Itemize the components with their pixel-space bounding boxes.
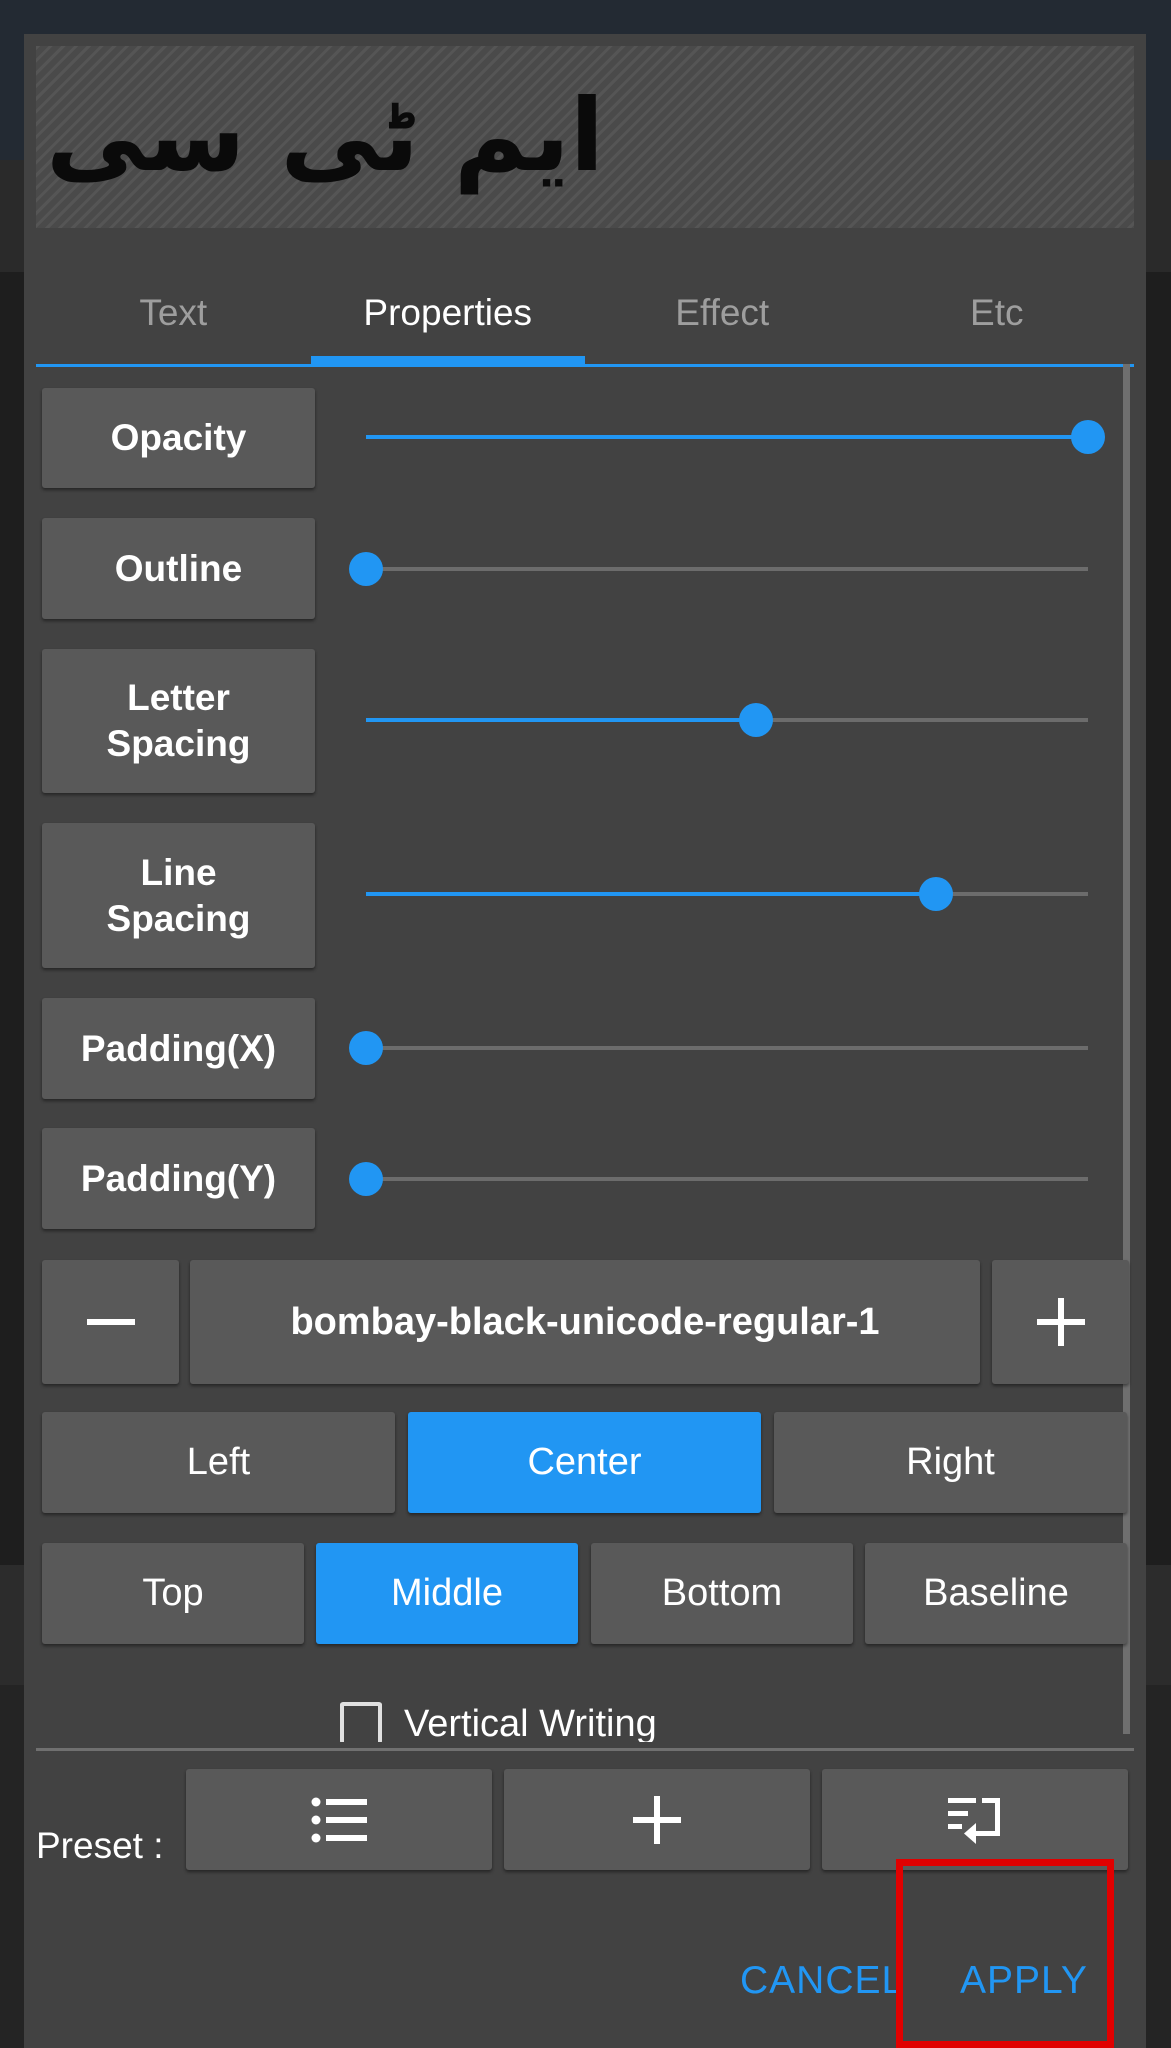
tab-bar: Text Properties Effect Etc bbox=[36, 262, 1134, 367]
plus-icon bbox=[1036, 1298, 1085, 1346]
font-next-button[interactable] bbox=[992, 1260, 1129, 1384]
padding-y-slider-thumb[interactable] bbox=[349, 1162, 383, 1196]
letter-spacing-label-line1: Letter bbox=[127, 677, 230, 718]
plus-icon bbox=[633, 1795, 681, 1844]
line-spacing-label-line1: Line bbox=[140, 851, 217, 893]
opacity-button[interactable]: Opacity bbox=[42, 388, 315, 488]
vertical-writing-checkbox[interactable] bbox=[340, 1702, 382, 1742]
preset-list-button[interactable] bbox=[186, 1769, 492, 1870]
padding-x-button[interactable]: Padding(X) bbox=[42, 998, 315, 1099]
import-icon bbox=[948, 1797, 1000, 1844]
text-properties-dialog: ایم ٹی سی Text Properties Effect Etc Opa… bbox=[24, 34, 1146, 2048]
list-icon bbox=[311, 1797, 367, 1842]
line-spacing-button[interactable]: Line Spacing bbox=[42, 823, 315, 968]
font-previous-button[interactable] bbox=[42, 1260, 179, 1384]
letter-spacing-slider-thumb[interactable] bbox=[738, 703, 773, 737]
vertical-writing-option[interactable]: Vertical Writing bbox=[340, 1694, 657, 1742]
padding-x-slider[interactable] bbox=[349, 1031, 1088, 1065]
letter-spacing-slider-fill bbox=[366, 718, 756, 722]
opacity-slider-fill bbox=[366, 435, 1088, 439]
line-spacing-label-line2: Spacing bbox=[106, 897, 251, 939]
preset-import-button[interactable] bbox=[822, 1769, 1128, 1870]
outline-slider-thumb[interactable] bbox=[349, 552, 383, 586]
scrollbar[interactable] bbox=[1123, 364, 1130, 1734]
align-left-button[interactable]: Left bbox=[42, 1412, 395, 1513]
opacity-slider-thumb[interactable] bbox=[1071, 420, 1105, 454]
outline-slider[interactable] bbox=[349, 552, 1088, 586]
outline-button[interactable]: Outline bbox=[42, 518, 315, 619]
letter-spacing-slider[interactable] bbox=[366, 703, 1088, 737]
letter-spacing-label-line2: Spacing bbox=[106, 723, 251, 764]
padding-x-slider-thumb[interactable] bbox=[349, 1031, 383, 1065]
font-name-button[interactable]: bombay-black-unicode-regular-1 bbox=[190, 1260, 980, 1384]
tab-etc[interactable]: Etc bbox=[860, 262, 1135, 364]
line-spacing-slider[interactable] bbox=[366, 877, 1088, 911]
tab-text[interactable]: Text bbox=[36, 262, 311, 364]
apply-highlight-box bbox=[896, 1859, 1114, 2048]
tab-effect[interactable]: Effect bbox=[585, 262, 860, 364]
valign-baseline-button[interactable]: Baseline bbox=[865, 1543, 1127, 1644]
padding-y-slider[interactable] bbox=[349, 1162, 1088, 1196]
divider bbox=[36, 1748, 1134, 1751]
valign-top-button[interactable]: Top bbox=[42, 1543, 304, 1644]
preview-text: ایم ٹی سی bbox=[46, 77, 605, 194]
preset-label: Preset : bbox=[36, 1825, 164, 1866]
valign-middle-button[interactable]: Middle bbox=[316, 1543, 578, 1644]
vertical-writing-label: Vertical Writing bbox=[404, 1703, 657, 1742]
tab-properties[interactable]: Properties bbox=[310, 262, 586, 367]
cancel-button[interactable]: CANCEL bbox=[740, 1959, 904, 2003]
padding-y-button[interactable]: Padding(Y) bbox=[42, 1128, 315, 1229]
line-spacing-slider-thumb[interactable] bbox=[919, 877, 954, 911]
align-right-button[interactable]: Right bbox=[774, 1412, 1127, 1513]
opacity-slider[interactable] bbox=[366, 420, 1105, 454]
line-spacing-slider-fill bbox=[366, 892, 937, 896]
preset-add-button[interactable] bbox=[504, 1769, 810, 1870]
valign-bottom-button[interactable]: Bottom bbox=[591, 1543, 853, 1644]
text-preview: ایم ٹی سی bbox=[36, 46, 1134, 228]
letter-spacing-button[interactable]: Letter Spacing bbox=[42, 649, 315, 793]
align-center-button[interactable]: Center bbox=[408, 1412, 761, 1513]
minus-icon bbox=[86, 1319, 135, 1325]
